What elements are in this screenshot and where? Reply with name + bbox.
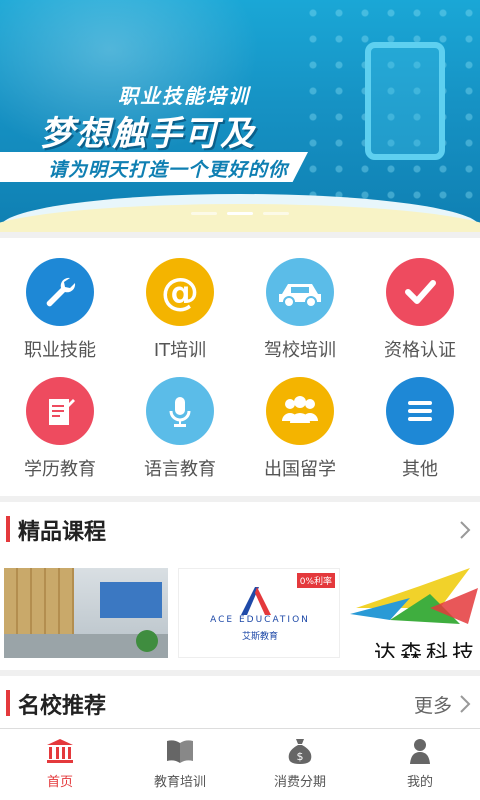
category-grid: 职业技能 @ IT培训 驾校培训 资格认证 学历教育 语言教育 出国留学 其他 — [0, 238, 480, 496]
schools-header[interactable]: 名校推荐 更多 — [0, 676, 480, 730]
category-label: 出国留学 — [264, 459, 336, 480]
nav-home[interactable]: 首页 — [0, 729, 120, 800]
wrench-icon — [26, 258, 94, 326]
ace-brand-name: ACE — [210, 615, 235, 625]
section-accent-bar — [6, 690, 10, 716]
featured-courses-header[interactable]: 精品课程 — [0, 502, 480, 556]
logo-sign — [100, 582, 162, 618]
chevron-right-icon[interactable] — [458, 519, 472, 541]
category-label: IT培训 — [153, 340, 207, 361]
dasen-name: 达森科技 — [374, 642, 479, 658]
group-icon — [266, 377, 334, 445]
carousel-dot[interactable] — [191, 212, 217, 215]
rate-tag: 0%利率 — [296, 573, 335, 588]
category-it[interactable]: @ IT培训 — [120, 248, 240, 367]
category-vocational[interactable]: 职业技能 — [0, 248, 120, 367]
plant — [136, 630, 158, 652]
document-pen-icon — [26, 377, 94, 445]
car-icon — [266, 258, 334, 326]
category-other[interactable]: 其他 — [360, 367, 480, 486]
person-icon — [410, 739, 430, 764]
ace-brand-sub: EDUCATION — [238, 615, 310, 625]
category-label: 其他 — [402, 459, 438, 480]
category-label: 学历教育 — [24, 459, 96, 480]
nav-installment[interactable]: $ 消费分期 — [240, 729, 360, 800]
course-thumb-dasen[interactable]: 达森科技 — [350, 568, 480, 658]
bottom-nav: 首页 教育培训 $ 消费分期 我的 — [0, 728, 480, 800]
category-label: 驾校培训 — [264, 340, 336, 361]
ace-brand: ACE EDUCATION — [179, 615, 339, 625]
category-certification[interactable]: 资格认证 — [360, 248, 480, 367]
section-title: 名校推荐 — [18, 694, 107, 719]
ace-brand-cn: 艾斯教育 — [241, 632, 278, 642]
course-carousel: 0%利率 ACE EDUCATION 艾斯教育 达森科技 — [0, 556, 480, 670]
at-icon: @ — [146, 258, 214, 326]
svg-text:$: $ — [297, 750, 304, 763]
carousel-dot[interactable] — [263, 212, 289, 215]
nav-mine[interactable]: 我的 — [360, 729, 480, 800]
nav-label: 消费分期 — [273, 775, 326, 790]
tablet-illustration — [365, 42, 445, 160]
nav-education[interactable]: 教育培训 — [120, 729, 240, 800]
category-label: 语言教育 — [144, 459, 216, 480]
section-accent-bar — [6, 516, 10, 542]
banner-slogan: 请为明天打造一个更好的你 — [48, 159, 289, 181]
nav-label: 我的 — [406, 775, 433, 790]
section-title: 精品课程 — [18, 520, 107, 545]
carousel-indicator — [0, 212, 480, 215]
banner-title: 梦想触手可及 — [40, 114, 256, 154]
menu-icon — [386, 377, 454, 445]
category-academic[interactable]: 学历教育 — [0, 367, 120, 486]
category-label: 职业技能 — [24, 340, 96, 361]
carousel-dot-active[interactable] — [227, 212, 253, 215]
checkmark-icon — [386, 258, 454, 326]
category-label: 资格认证 — [384, 340, 456, 361]
nav-label: 教育培训 — [153, 775, 206, 790]
category-study-abroad[interactable]: 出国留学 — [240, 367, 360, 486]
banner-subtitle: 职业技能培训 — [118, 84, 250, 108]
home-icon — [47, 739, 73, 763]
money-bag-icon: $ — [288, 739, 312, 764]
nav-label: 首页 — [46, 775, 73, 790]
category-driving[interactable]: 驾校培训 — [240, 248, 360, 367]
book-icon — [167, 740, 193, 763]
ace-logo-icon — [241, 587, 271, 615]
microphone-icon — [146, 377, 214, 445]
more-link[interactable]: 更多 — [414, 691, 452, 718]
chevron-right-icon[interactable] — [458, 693, 472, 715]
promo-banner[interactable]: 职业技能培训 梦想触手可及 请为明天打造一个更好的你 — [0, 0, 480, 232]
dasen-logo-icon — [350, 568, 478, 624]
course-thumb-ace[interactable]: 0%利率 ACE EDUCATION 艾斯教育 — [178, 568, 340, 658]
course-thumb-office[interactable] — [4, 568, 168, 658]
category-language[interactable]: 语言教育 — [120, 367, 240, 486]
